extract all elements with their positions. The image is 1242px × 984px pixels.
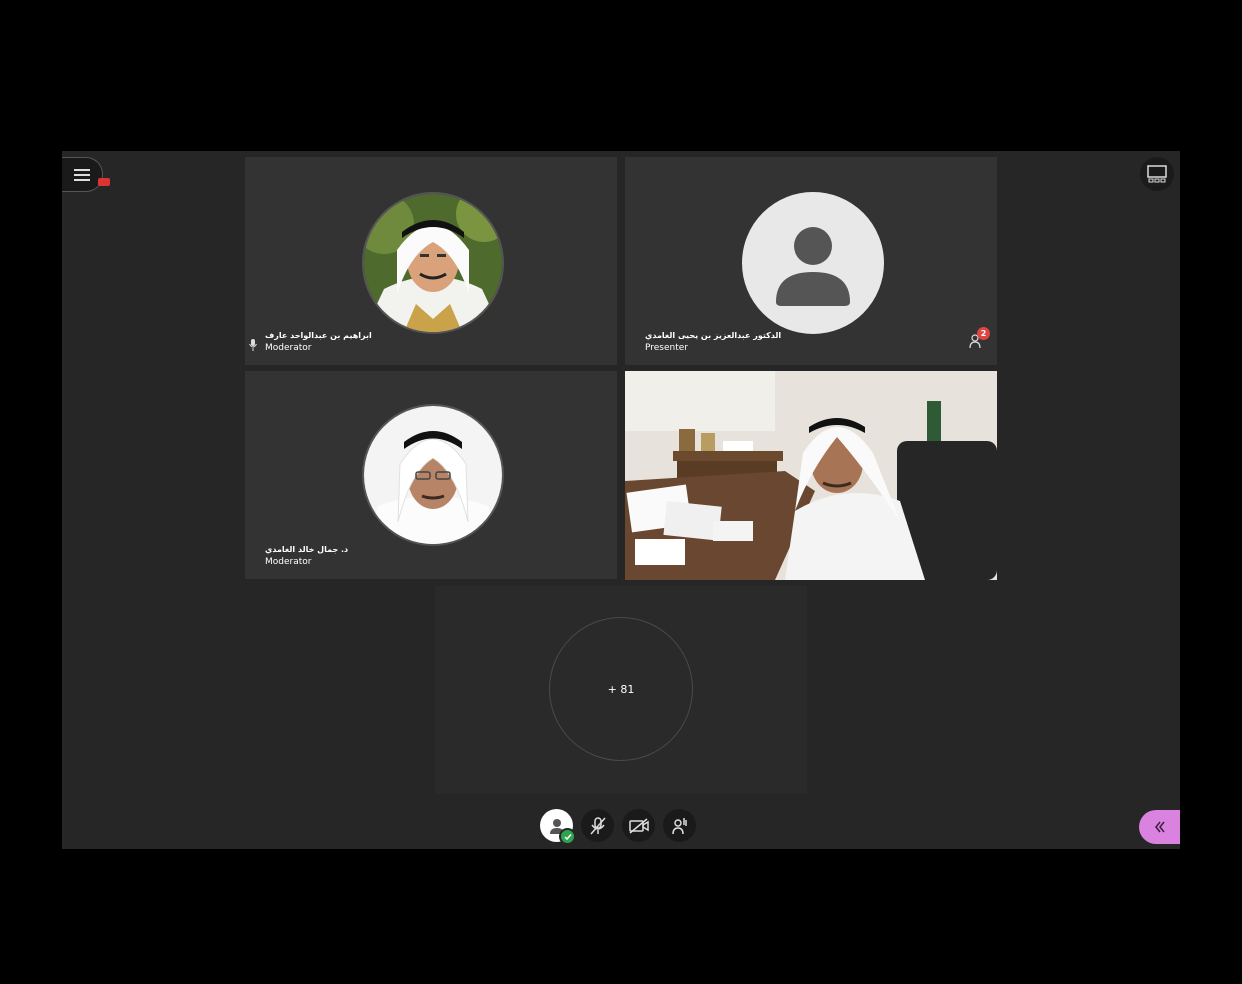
microphone-muted-icon [589, 816, 606, 834]
participant-name: ابراهيم بن عبدالواحد عارف [265, 331, 372, 340]
microphone-icon [249, 339, 257, 351]
open-collaborate-panel-button[interactable] [1139, 810, 1180, 844]
raise-hand-button[interactable] [663, 809, 696, 842]
camera-toggle-button[interactable] [622, 809, 655, 842]
grid-layout-icon [1147, 165, 1167, 183]
status-available-icon [559, 828, 576, 845]
microphone-toggle-button[interactable] [581, 809, 614, 842]
participant-role: Moderator [265, 343, 312, 353]
session-controls [540, 809, 696, 845]
participant-name: د. جمال خالد الغامدي [265, 545, 349, 554]
layout-toggle-button[interactable] [1140, 157, 1174, 191]
participant-tile[interactable]: الدكتور عبدالعزيز بن يحيى الغامدي Presen… [625, 157, 997, 365]
default-avatar [742, 192, 884, 334]
my-status-button[interactable] [540, 809, 576, 845]
participant-tile[interactable]: ابراهيم بن عبدالواحد عارف Moderator [245, 157, 617, 365]
hamburger-menu-icon [74, 169, 90, 181]
participant-tile[interactable]: د. جمال خالد الغامدي Moderator [245, 371, 617, 579]
participant-photo [362, 192, 504, 334]
participant-photo [362, 404, 504, 546]
participant-role: Presenter [645, 343, 689, 353]
participant-info: الدكتور عبدالعزيز بن يحيى الغامدي Presen… [645, 329, 781, 355]
participant-role: Moderator [265, 557, 312, 567]
recording-icon [98, 178, 110, 186]
session-menu-button[interactable] [62, 157, 103, 192]
more-participants-tile[interactable]: + 81 [435, 586, 807, 794]
user-avatar-icon [776, 227, 850, 306]
participant-info: د. جمال خالد الغامدي Moderator [265, 543, 348, 569]
more-participants-count[interactable]: + 81 [549, 617, 693, 761]
raised-hand-count: 2 [977, 327, 990, 340]
participant-info: ابراهيم بن عبدالواحد عارف Moderator [265, 329, 372, 355]
participant-name: الدكتور عبدالعزيز بن يحيى الغامدي [645, 331, 782, 340]
raised-hand-indicator: 2 [969, 327, 990, 351]
participant-video-tile[interactable] [625, 371, 997, 580]
camera-off-icon [628, 817, 649, 834]
collaborate-session-window: ابراهيم بن عبدالواحد عارف Moderator الدك… [62, 151, 1180, 849]
raise-hand-icon [671, 817, 687, 834]
chevron-left-double-icon [1154, 821, 1165, 833]
participant-video-feed [625, 371, 997, 580]
